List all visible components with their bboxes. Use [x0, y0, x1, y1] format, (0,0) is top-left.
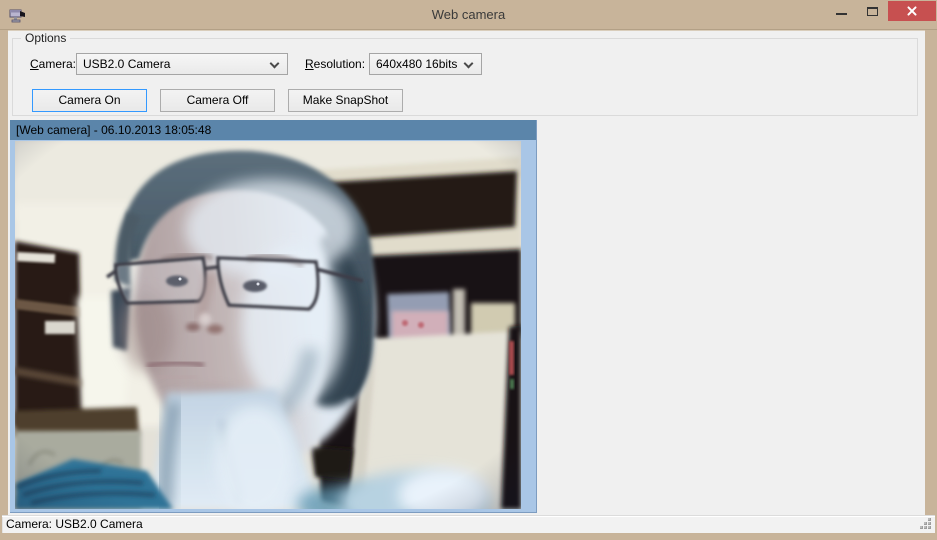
close-button[interactable]: [888, 1, 936, 21]
chevron-down-icon: [464, 59, 474, 69]
window-title: Web camera: [0, 0, 937, 30]
make-snapshot-button[interactable]: Make SnapShot: [288, 89, 403, 112]
resolution-label: Resolution:: [305, 53, 365, 75]
chevron-down-icon: [270, 59, 280, 69]
title-bar: Web camera: [0, 0, 937, 30]
options-group-label: Options: [21, 31, 70, 45]
maximize-button[interactable]: [857, 1, 888, 21]
video-panel: [Web camera] - 06.10.2013 18:05:48: [10, 120, 537, 513]
options-groupbox: Options Camera: USB2.0 Camera Resolution…: [12, 38, 918, 116]
client-area: Options Camera: USB2.0 Camera Resolution…: [8, 30, 925, 533]
camera-label: Camera:: [30, 53, 76, 75]
status-text: Camera: USB2.0 Camera: [6, 516, 143, 533]
minimize-button[interactable]: [826, 1, 857, 21]
close-icon: [906, 5, 918, 17]
minimize-icon: [836, 13, 847, 15]
video-caption-bar: [Web camera] - 06.10.2013 18:05:48: [10, 120, 536, 140]
app-window: Web camera Options Camera: USB2.0 Camera…: [0, 0, 937, 540]
status-bar: Camera: USB2.0 Camera: [2, 515, 935, 533]
webcam-video-image: [15, 141, 521, 509]
resolution-selected-value: 640x480 16bits: [376, 57, 457, 71]
maximize-icon: [867, 7, 878, 16]
camera-select[interactable]: USB2.0 Camera: [76, 53, 288, 75]
camera-on-button[interactable]: Camera On: [32, 89, 147, 112]
camera-selected-value: USB2.0 Camera: [83, 57, 170, 71]
resolution-select[interactable]: 640x480 16bits: [369, 53, 482, 75]
resize-grip[interactable]: [920, 518, 933, 531]
camera-off-button[interactable]: Camera Off: [160, 89, 275, 112]
